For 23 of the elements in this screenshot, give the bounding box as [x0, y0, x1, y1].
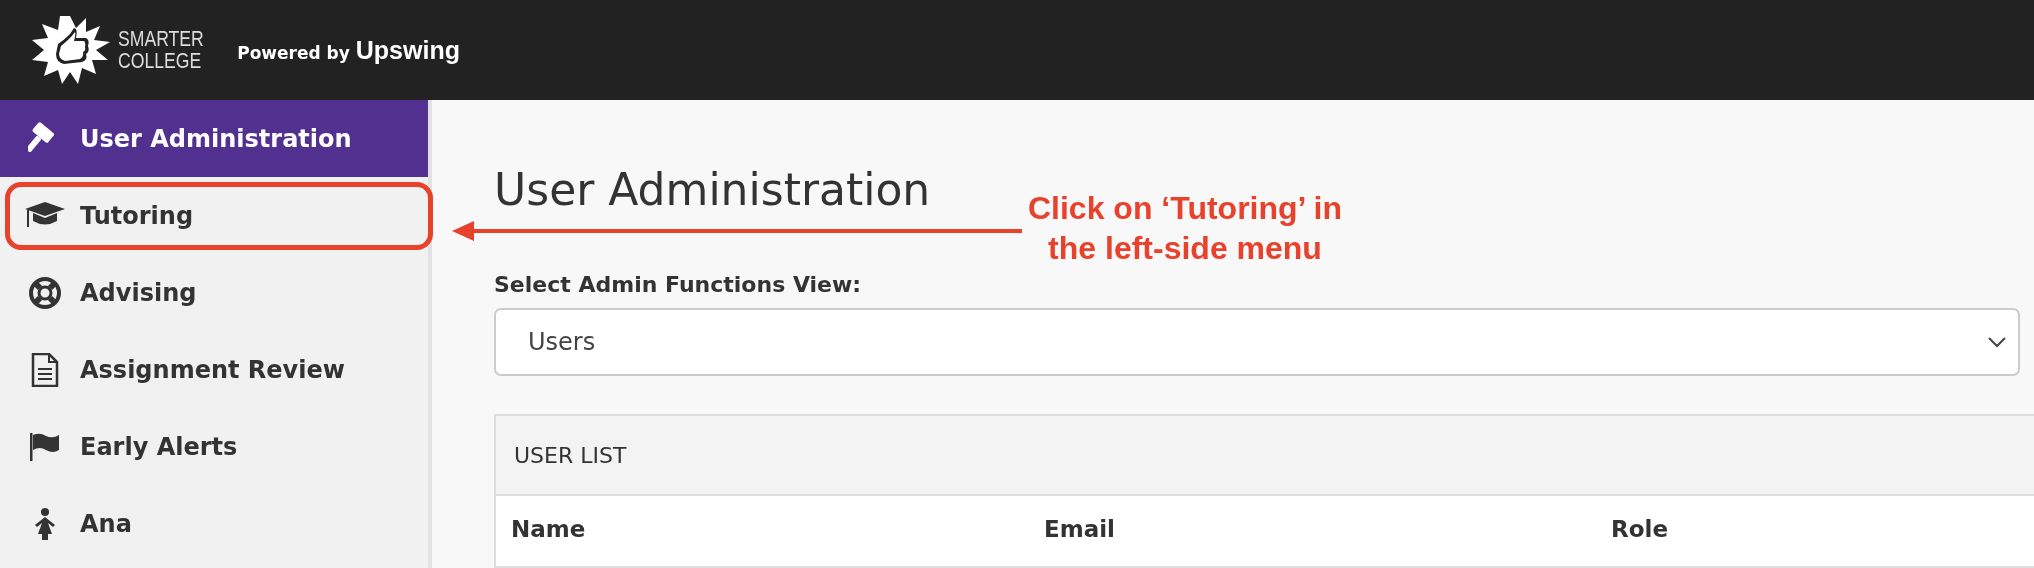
page-title: User Administration — [494, 163, 931, 217]
document-icon — [30, 352, 60, 387]
column-header: Role — [1611, 516, 1669, 544]
logo-text: SMARTER — [118, 28, 204, 50]
sidebar-item[interactable]: Early Alerts — [0, 408, 428, 485]
thumbs-up-logo-icon — [30, 14, 112, 86]
powered-by-text: Powered by — [237, 42, 350, 63]
column-header: Name — [511, 516, 587, 544]
column-header: Email — [1044, 516, 1116, 544]
chevron-down-icon — [1988, 336, 2006, 348]
sidebar-item[interactable]: Assignment Review — [0, 331, 428, 408]
sidebar-item[interactable]: User Administration — [0, 100, 428, 177]
sidebar-item[interactable]: Ana — [0, 485, 428, 562]
logo-text: COLLEGE — [118, 50, 203, 72]
annotation-text: Click on ‘Tutoring’ in the left-side menu — [1026, 189, 1344, 268]
sidebar-item[interactable]: Tutoring — [0, 177, 428, 254]
panel-title: USER LIST — [514, 442, 627, 468]
sidebar-item[interactable]: Advising — [0, 254, 428, 331]
lifebuoy-icon — [28, 275, 62, 310]
view-select[interactable]: Users — [494, 308, 2020, 376]
brand-text: Upswing — [355, 35, 460, 65]
field-label: Select Admin Functions View: — [494, 271, 863, 299]
flag-icon — [28, 431, 62, 462]
